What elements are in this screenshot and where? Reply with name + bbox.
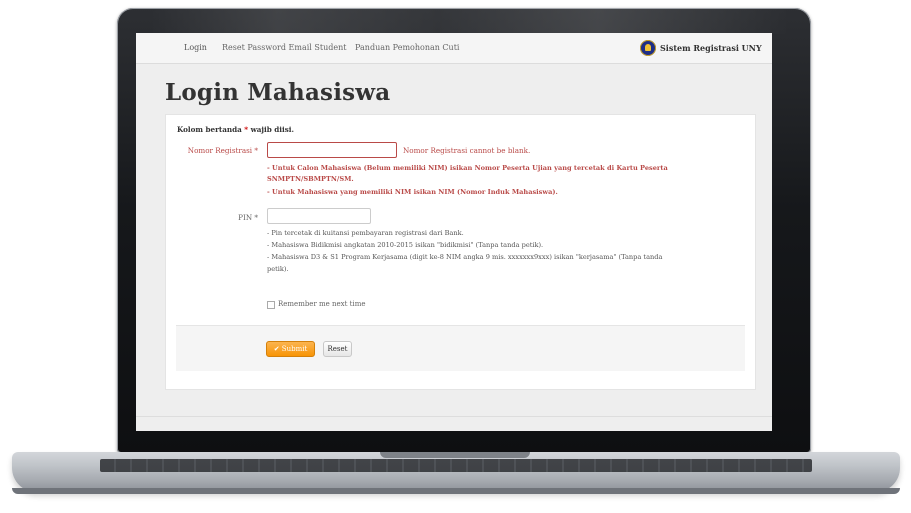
pin-hint-line: - Pin tercetak di kuitansi pembayaran re… xyxy=(267,229,464,237)
pin-label: PIN * xyxy=(238,213,258,222)
laptop-hinge xyxy=(380,452,530,458)
form-actions-bar: ✔ Submit Reset xyxy=(176,325,745,371)
footer-divider xyxy=(136,416,772,417)
required-fields-note: Kolom bertanda * wajib diisi. xyxy=(177,125,294,134)
remember-me-checkbox[interactable] xyxy=(267,301,275,309)
nomor-hint-line: - Untuk Calon Mahasiswa (Belum memiliki … xyxy=(267,164,668,172)
nav-reset-password-link[interactable]: Reset Password Email Student xyxy=(222,43,346,52)
pin-hint-line: - Mahasiswa Bidikmisi angkatan 2010-2015… xyxy=(267,241,544,249)
remember-me-label[interactable]: Remember me next time xyxy=(278,300,366,308)
required-note-suffix: wajib diisi. xyxy=(248,125,295,134)
laptop-base xyxy=(12,452,900,492)
nomor-registrasi-label: Nomor Registrasi * xyxy=(187,146,258,155)
nomor-registrasi-input[interactable] xyxy=(267,142,397,158)
login-form-panel: Kolom bertanda * wajib diisi. Nomor Regi… xyxy=(165,114,756,390)
pin-hint-line: - Mahasiswa D3 & S1 Program Kerjasama (d… xyxy=(267,253,663,261)
required-note-prefix: Kolom bertanda xyxy=(177,125,245,134)
nomor-hint-line: SNMPTN/SBMPTN/SM. xyxy=(267,175,354,183)
browser-screen: Login Reset Password Email Student Pandu… xyxy=(136,33,772,431)
uny-logo-icon[interactable] xyxy=(640,40,656,56)
nomor-hint-line: - Untuk Mahasiswa yang memiliki NIM isik… xyxy=(267,188,558,196)
top-navbar: Login Reset Password Email Student Pandu… xyxy=(136,33,772,64)
page-title: Login Mahasiswa xyxy=(165,79,391,106)
nav-login-link[interactable]: Login xyxy=(184,43,207,52)
nav-panduan-cuti-link[interactable]: Panduan Pemohonan Cuti xyxy=(355,43,459,52)
brand-title[interactable]: Sistem Registrasi UNY xyxy=(660,43,762,53)
pin-hint-line: petik). xyxy=(267,265,289,273)
laptop-base-lip xyxy=(12,488,900,494)
pin-input[interactable] xyxy=(267,208,371,224)
reset-button[interactable]: Reset xyxy=(323,341,352,357)
keyboard-icon xyxy=(100,459,812,472)
submit-button[interactable]: ✔ Submit xyxy=(266,341,315,357)
nomor-registrasi-error: Nomor Registrasi cannot be blank. xyxy=(403,146,531,155)
